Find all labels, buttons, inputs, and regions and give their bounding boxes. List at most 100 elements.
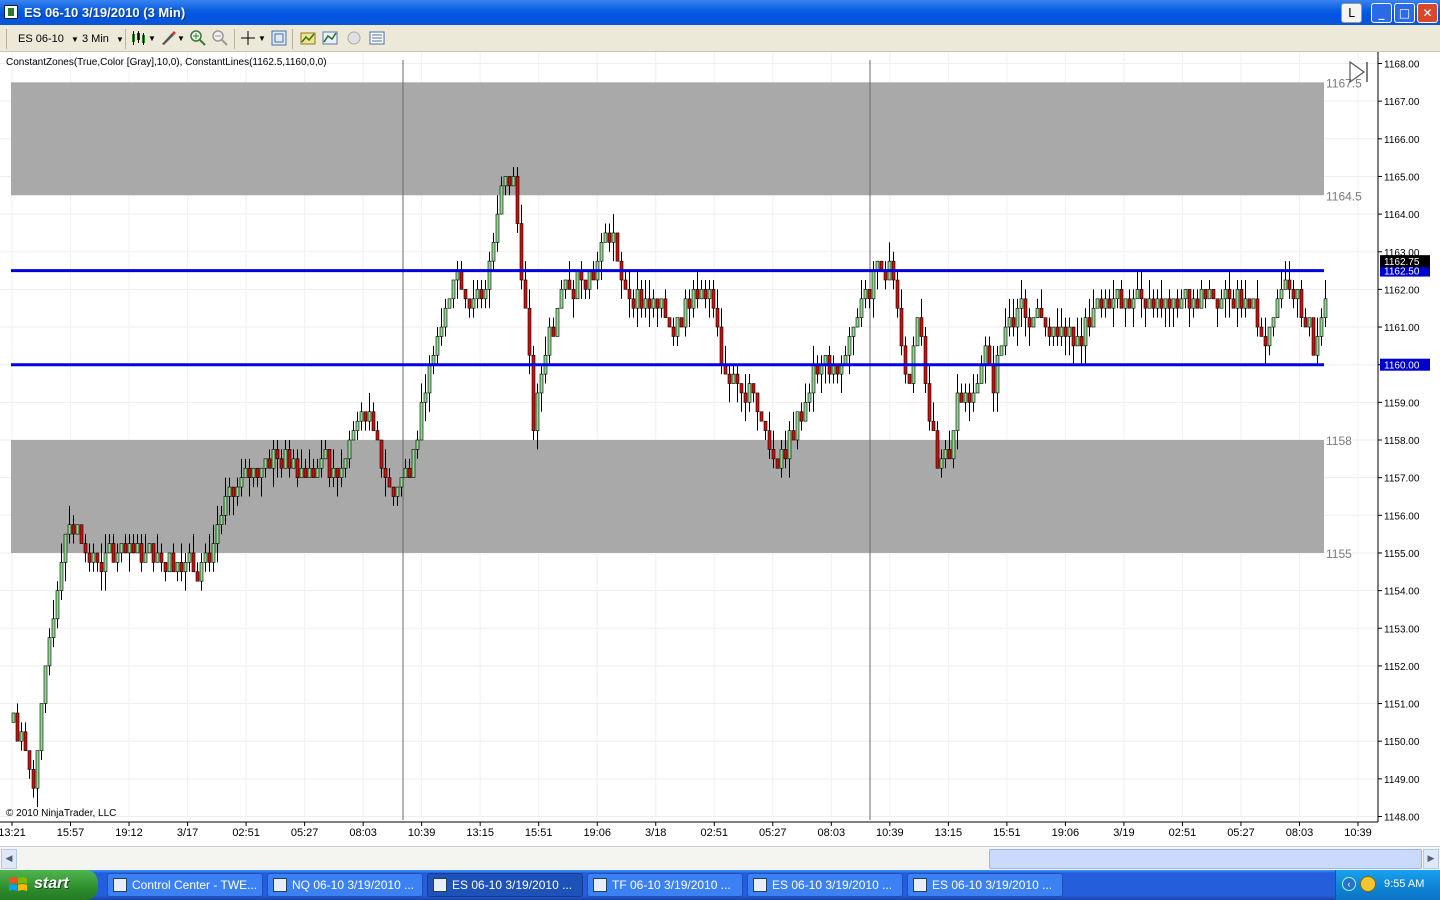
candle-body	[183, 562, 188, 573]
candle-body	[719, 326, 724, 365]
candle-body	[651, 298, 656, 309]
chart-window-icon	[753, 878, 767, 892]
indicators-icon[interactable]	[300, 30, 316, 46]
window-title-bar[interactable]: ES 06-10 3/19/2010 (3 Min) L _ □ ✕	[0, 0, 1440, 25]
scroll-left-button[interactable]: ◀	[1, 849, 17, 869]
candle-body	[327, 449, 332, 478]
zoom-in-icon[interactable]	[190, 30, 206, 46]
candle-body	[855, 317, 860, 328]
candle-body	[199, 562, 204, 582]
candle-body	[39, 703, 44, 751]
candle-body	[1275, 298, 1280, 318]
candle-body	[563, 279, 568, 290]
candle-body	[795, 411, 800, 441]
candle-body	[1091, 307, 1096, 328]
candle-body	[1071, 326, 1076, 347]
chevron-down-icon[interactable]: ▼	[177, 30, 185, 48]
candle-body	[319, 458, 324, 469]
candle-body	[1315, 336, 1320, 356]
candle-body	[771, 449, 776, 460]
candle-body	[399, 477, 404, 488]
global-link-icon[interactable]	[346, 30, 362, 46]
candle-body	[303, 467, 308, 478]
instrument-selector[interactable]: ES 06-10 ▼	[18, 30, 79, 48]
maximize-button[interactable]: □	[1394, 3, 1415, 23]
candle-body	[1219, 298, 1224, 309]
candle-body	[103, 552, 108, 573]
candle-body	[863, 289, 868, 300]
taskbar-clock[interactable]: 9:55 AM	[1384, 878, 1424, 890]
time-axis-label: 02:51	[232, 827, 260, 839]
candle-body	[263, 458, 268, 469]
candle-body	[15, 712, 20, 742]
candle-body	[1239, 289, 1244, 309]
drawing-tool-icon[interactable]	[160, 30, 176, 46]
candle-body	[1207, 289, 1212, 300]
taskbar-item-es-chart-2[interactable]: ES 06-10 3/19/2010 ...	[747, 873, 903, 897]
taskbar-item-label: ES 06-10 3/19/2010 ...	[932, 878, 1053, 892]
scroll-right-button[interactable]: ▶	[1423, 849, 1439, 869]
taskbar-item-control-center[interactable]: Control Center - TWE...	[107, 873, 263, 897]
chevron-down-icon[interactable]: ▼	[258, 30, 266, 48]
candle-body	[147, 543, 152, 554]
taskbar-item-label: ES 06-10 3/19/2010 ...	[772, 878, 893, 892]
bar-type-icon[interactable]	[131, 30, 147, 46]
price-axis-label: 1158.00	[1384, 436, 1420, 447]
ninjatrader-app-icon[interactable]	[4, 5, 18, 19]
candle-body	[775, 458, 780, 469]
taskbar-item-es-chart-active[interactable]: ES 06-10 3/19/2010 ...	[427, 873, 583, 897]
candle-body	[1211, 289, 1216, 300]
price-axis-label: 1148.00	[1384, 813, 1420, 824]
network-alert-icon[interactable]	[1360, 876, 1376, 892]
close-button[interactable]: ✕	[1417, 3, 1438, 23]
candle-body	[1319, 317, 1324, 337]
time-axis-label: 10:39	[876, 827, 904, 839]
candle-body	[1051, 326, 1056, 337]
layout-button[interactable]: L	[1341, 3, 1362, 23]
horizontal-scrollbar[interactable]: ◀ ▶	[0, 846, 1440, 870]
properties-icon[interactable]	[271, 30, 287, 46]
minimize-button[interactable]: _	[1371, 3, 1392, 23]
strategies-icon[interactable]	[322, 30, 338, 46]
candle-body	[439, 326, 444, 337]
candle-body	[367, 411, 372, 422]
candle-body	[567, 279, 572, 290]
candle-body	[235, 486, 240, 497]
candle-body	[291, 458, 296, 469]
toolbar-separator	[125, 29, 126, 49]
candle-body	[1159, 298, 1164, 309]
scrollbar-thumb[interactable]	[989, 849, 1422, 869]
crosshair-icon[interactable]	[240, 30, 256, 46]
candle-body	[1223, 289, 1228, 300]
zoom-out-icon[interactable]	[212, 30, 228, 46]
candle-body	[1235, 289, 1240, 309]
candle-body	[1155, 298, 1160, 309]
candle-body	[1263, 336, 1268, 347]
taskbar-item-es-chart-3[interactable]: ES 06-10 3/19/2010 ...	[907, 873, 1063, 897]
candle-body	[695, 289, 700, 300]
start-label: start	[34, 875, 69, 892]
show-hidden-icons-button[interactable]: ‹	[1342, 877, 1356, 891]
start-button[interactable]: start	[0, 870, 98, 900]
candle-body	[371, 411, 376, 431]
candle-body	[1255, 298, 1260, 328]
data-box-icon[interactable]	[369, 30, 385, 46]
candle-body	[551, 326, 556, 337]
candle-body	[683, 298, 688, 328]
time-axis-label: 05:27	[1227, 827, 1255, 839]
candle-body	[335, 467, 340, 478]
taskbar-item-tf-chart[interactable]: TF 06-10 3/19/2010 ...	[587, 873, 743, 897]
candle-body	[1287, 279, 1292, 290]
chevron-down-icon[interactable]: ▼	[148, 30, 156, 48]
time-axis-label: 3/18	[645, 827, 666, 839]
interval-selector[interactable]: 3 Min ▼	[82, 30, 124, 48]
chart-canvas[interactable]: 1167.5 1164.5 1158 1155 1148.00 1149.00 1150.0…	[0, 52, 1440, 844]
candle-body	[763, 420, 768, 431]
price-chart[interactable]: 1167.5 1164.5 1158 1155 1148.00 1149.00 1150.0…	[0, 52, 1440, 844]
candle-body	[1259, 326, 1264, 337]
candle-body	[127, 543, 132, 554]
candle-body	[1303, 317, 1308, 328]
taskbar-item-nq-chart[interactable]: NQ 06-10 3/19/2010 ...	[267, 873, 423, 897]
taskbar-item-label: NQ 06-10 3/19/2010 ...	[292, 878, 415, 892]
candle-body	[643, 298, 648, 309]
